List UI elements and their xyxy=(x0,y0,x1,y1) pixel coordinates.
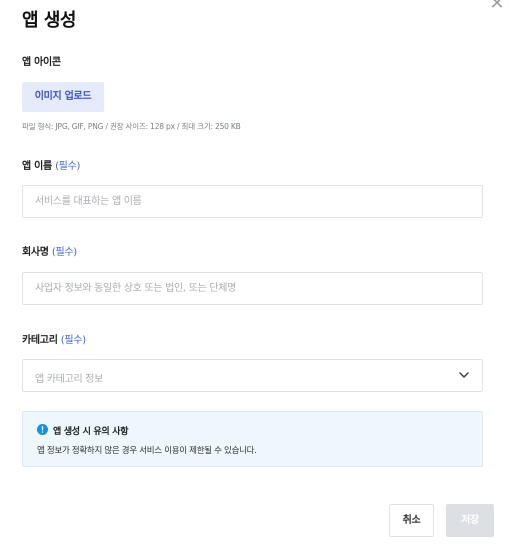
notice-body: 앱 정보가 정확하지 않은 경우 서비스 이용이 제한될 수 있습니다. xyxy=(37,446,257,456)
app-name-label-text: 앱 이름 xyxy=(22,161,52,172)
company-required-tag: (필수) xyxy=(51,247,77,258)
category-select-placeholder: 앱 카테고리 정보 xyxy=(35,374,104,385)
close-icon[interactable]: ✕ xyxy=(487,0,507,14)
company-label: 회사명 (필수) xyxy=(22,243,77,258)
category-select[interactable]: 앱 카테고리 정보 xyxy=(22,359,483,392)
company-label-text: 회사명 xyxy=(22,247,49,258)
save-button[interactable]: 저장 xyxy=(446,504,494,537)
category-label: 카테고리 (필수) xyxy=(22,331,86,346)
app-name-required-tag: (필수) xyxy=(55,161,81,172)
image-upload-button[interactable]: 이미지 업로드 xyxy=(22,82,104,112)
chevron-down-icon xyxy=(459,372,469,378)
create-app-dialog: 앱 생성 ✕ 앱 아이콘 이미지 업로드 파일 형식: JPG, GIF, PN… xyxy=(0,0,510,545)
company-name-input[interactable] xyxy=(22,272,483,305)
category-required-tag: (필수) xyxy=(60,335,86,346)
notice-title: 앱 생성 시 유의 사항 xyxy=(53,427,129,437)
upload-hint: 파일 형식: JPG, GIF, PNG / 권장 사이즈: 128 px / … xyxy=(22,122,241,131)
notice-box: 앱 생성 시 유의 사항 앱 정보가 정확하지 않은 경우 서비스 이용이 제한… xyxy=(22,411,483,467)
app-name-input[interactable] xyxy=(22,185,483,218)
cancel-button[interactable]: 취소 xyxy=(389,504,434,537)
dialog-title: 앱 생성 xyxy=(22,10,76,31)
category-label-text: 카테고리 xyxy=(22,335,58,346)
app-name-label: 앱 이름 (필수) xyxy=(22,157,80,172)
info-icon xyxy=(37,424,48,435)
app-icon-label: 앱 아이콘 xyxy=(22,57,61,68)
